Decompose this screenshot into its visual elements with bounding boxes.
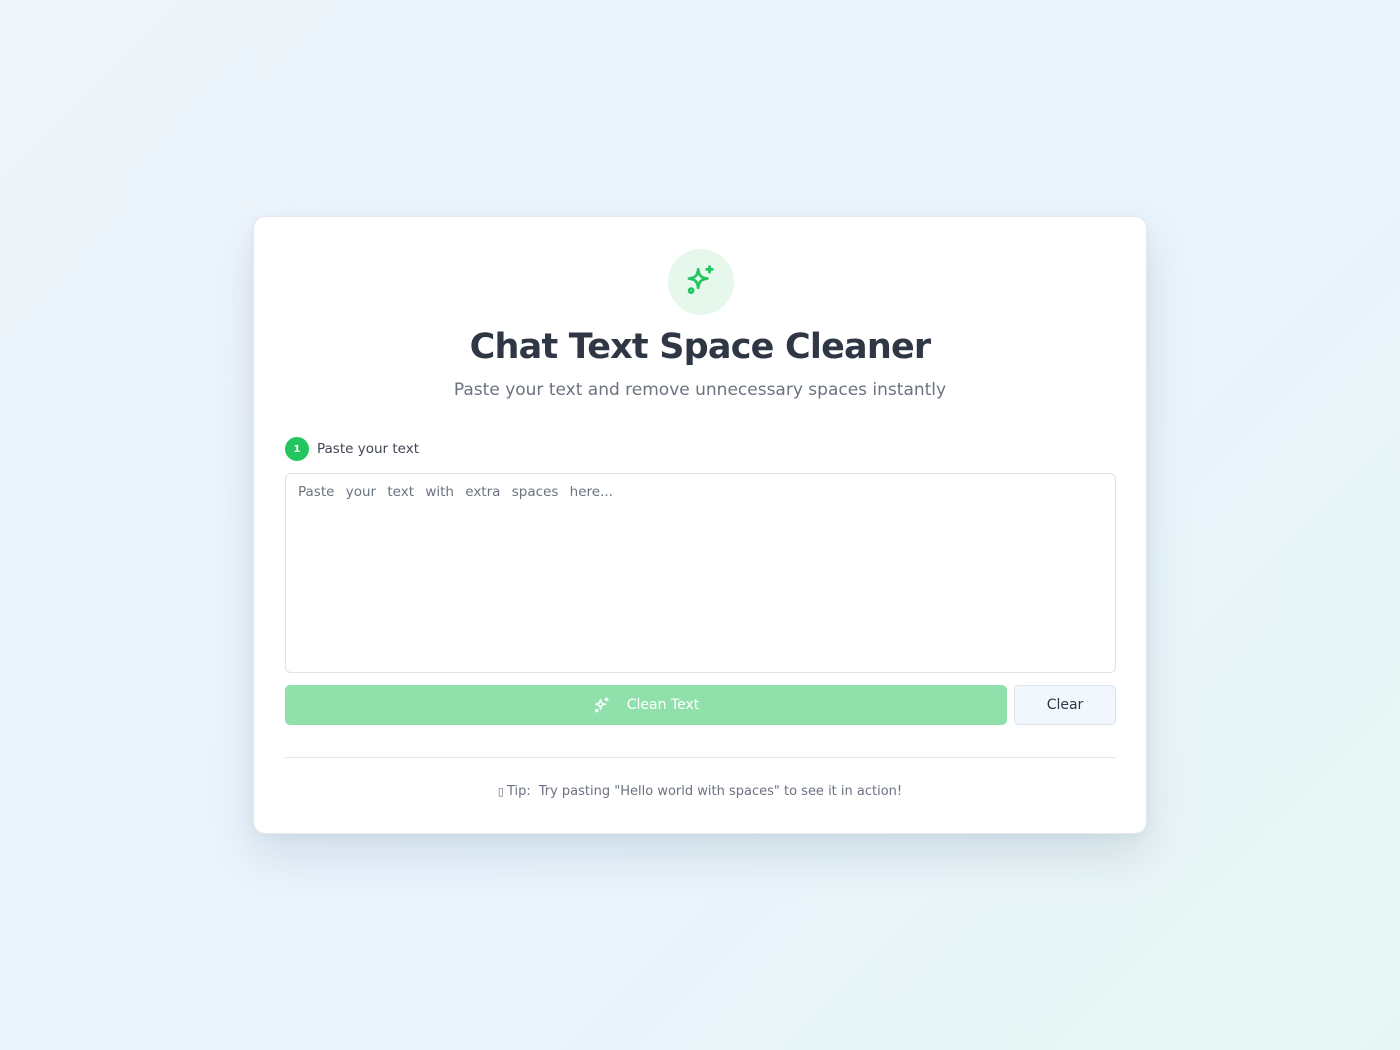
tip-message: Try pasting "Hello world with spaces" to… (538, 784, 903, 799)
step-number-badge: 1 (285, 437, 309, 461)
tip-prefix: Tip: (506, 784, 531, 799)
divider (285, 757, 1116, 758)
text-input[interactable] (285, 473, 1116, 673)
clean-text-button[interactable]: Clean Text (285, 685, 1007, 725)
page-title: Chat Text Space Cleaner (469, 327, 932, 367)
step-label: Paste your text (317, 441, 420, 457)
tip-text: ▯ Tip: Try pasting "Hello world with space… (254, 784, 1146, 799)
clean-text-button-label: Clean Text (626, 697, 700, 713)
page-subtitle: Paste your text and remove unnecessary s… (453, 380, 947, 400)
sparkles-icon (593, 696, 611, 714)
sparkles-icon (684, 263, 718, 301)
lightbulb-icon: ▯ (497, 785, 504, 798)
clear-button[interactable]: Clear (1014, 685, 1116, 725)
step-indicator: 1 Paste your text (285, 437, 419, 461)
cleaner-card: Chat Text Space Cleaner Paste your text … (253, 216, 1147, 834)
logo-badge (668, 249, 734, 315)
